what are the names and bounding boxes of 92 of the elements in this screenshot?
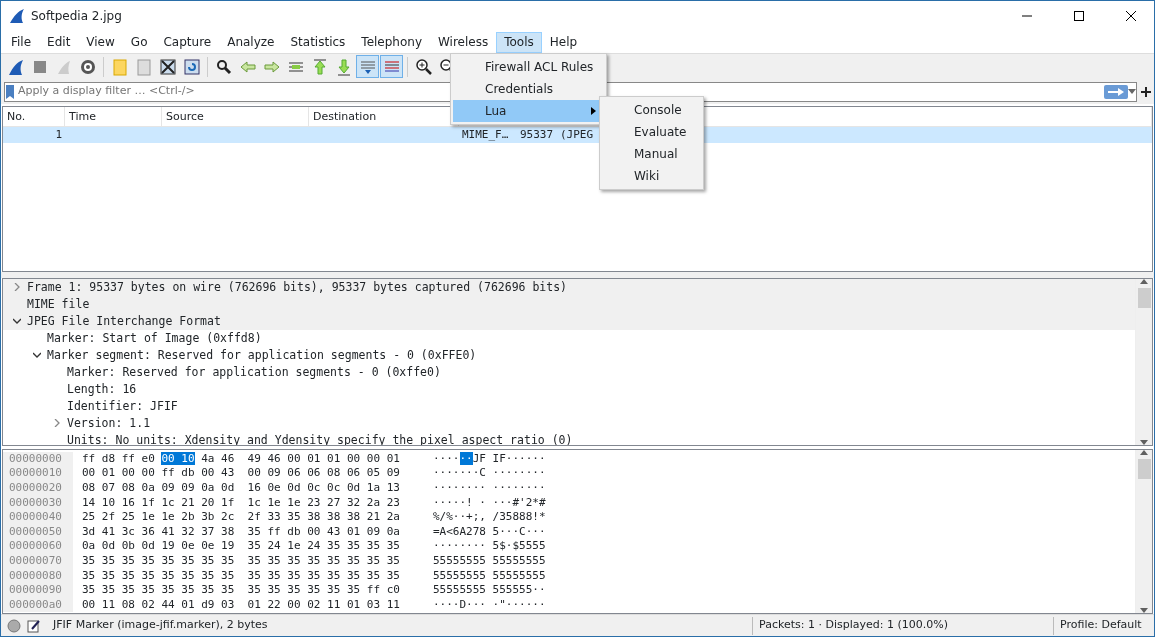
offset-label: 00000090 bbox=[9, 583, 62, 597]
tree-item[interactable]: Marker: Start of Image (0xffd8) bbox=[47, 329, 262, 347]
menu-item[interactable]: Edit bbox=[39, 31, 79, 53]
expand-chevron-icon[interactable] bbox=[13, 283, 21, 292]
window-title: Softpedia 2.jpg bbox=[31, 8, 122, 26]
column-header[interactable]: No. bbox=[3, 106, 65, 126]
menu-item[interactable]: Manual bbox=[602, 143, 701, 165]
offset-label: 00000040 bbox=[9, 510, 62, 524]
menu-item[interactable]: Credentials bbox=[453, 78, 604, 100]
offset-label: 00000030 bbox=[9, 495, 62, 509]
tree-item[interactable]: Marker segment: Reserved for application segments - 0 (0xFFE0) bbox=[47, 346, 477, 364]
status-circle-icon[interactable] bbox=[7, 618, 21, 633]
ascii-text: 55555555 555555·· bbox=[433, 583, 546, 597]
hex-bytes: 35 35 35 35 35 35 35 35 35 35 35 35 35 35 35 35 bbox=[82, 568, 400, 582]
offset-label: 00000050 bbox=[9, 524, 62, 538]
table-cell: 95337 bbox=[520, 127, 554, 141]
hex-bytes: 0a 0d 0b 0d 19 0e 0e 19 35 24 1e 24 35 35 35 35 bbox=[82, 539, 400, 553]
reload-icon[interactable] bbox=[182, 57, 201, 76]
hex-bytes: ff d8 ff e0 00 10 4a 46 49 46 00 01 01 00 00 01 bbox=[82, 451, 400, 465]
close-file-icon[interactable] bbox=[158, 57, 177, 76]
tree-item[interactable]: Length: 16 bbox=[67, 380, 137, 398]
hex-bytes: 35 35 35 35 35 35 35 35 35 35 35 35 35 35 35 35 bbox=[82, 554, 400, 567]
ascii-text: ········ ········ bbox=[433, 481, 546, 495]
offset-label: 00000010 bbox=[9, 466, 62, 480]
add-icon[interactable] bbox=[1141, 86, 1151, 97]
ascii-text: ·····! · ···#'2*# bbox=[433, 495, 546, 509]
scroll-thumb[interactable] bbox=[1137, 287, 1151, 308]
search-icon[interactable] bbox=[214, 57, 233, 76]
tree-item[interactable]: Marker: Reserved for application segments - 0 (0xffe0) bbox=[67, 363, 441, 381]
menu-item[interactable]: Capture bbox=[155, 31, 220, 53]
scroll-thumb[interactable] bbox=[1137, 458, 1151, 479]
fin-icon bbox=[9, 8, 25, 25]
hex-bytes: 08 07 08 0a 09 09 0a 0d 16 0e 0d 0c 0c 0d 1a 13 bbox=[82, 481, 400, 495]
column-header[interactable]: Source bbox=[162, 106, 309, 126]
hex-bytes: 3d 41 3c 36 41 32 37 38 35 ff db 00 43 01 09 0a bbox=[82, 524, 400, 538]
collapse-chevron-icon[interactable] bbox=[33, 351, 41, 360]
tree-item[interactable]: Identifier: JFIF bbox=[67, 397, 178, 415]
profile-label[interactable]: Profile: Default bbox=[1054, 617, 1154, 634]
gear-icon[interactable] bbox=[78, 57, 97, 76]
ascii-text: ······JF IF······ bbox=[433, 451, 546, 465]
menu-item[interactable]: Console bbox=[602, 99, 701, 121]
ascii-text: %/%··+;, /35888!* bbox=[433, 510, 546, 524]
table-cell: 1 bbox=[55, 127, 62, 141]
menu-item[interactable]: Firewall ACL Rules bbox=[453, 56, 604, 78]
ascii-text: =A<6A278 5···C··· bbox=[433, 524, 546, 538]
offset-label: 000000a0 bbox=[9, 597, 62, 611]
collapse-chevron-icon[interactable] bbox=[13, 317, 21, 326]
column-header[interactable]: Time bbox=[65, 106, 162, 126]
menu-item[interactable]: Telephony bbox=[353, 31, 430, 53]
menu-item[interactable]: Wiki bbox=[602, 165, 701, 187]
edit-icon[interactable] bbox=[27, 618, 41, 633]
offset-label: 00000070 bbox=[9, 554, 62, 567]
dropdown-caret-icon[interactable] bbox=[1128, 89, 1136, 95]
submenu-arrow-icon bbox=[591, 107, 596, 115]
tree-item[interactable]: MIME file bbox=[27, 295, 90, 313]
scroll-down-icon bbox=[1140, 439, 1148, 445]
status-text: JFIF Marker (image-jfif.marker), 2 bytes bbox=[53, 617, 268, 634]
tree-item[interactable]: Version: 1.1 bbox=[67, 414, 151, 432]
menu-item[interactable]: File bbox=[3, 31, 40, 53]
offset-label: 00000020 bbox=[9, 481, 62, 495]
hex-bytes: 35 35 35 35 35 35 35 35 35 35 35 35 35 35 ff c0 bbox=[82, 583, 400, 597]
maximize-icon[interactable] bbox=[1074, 11, 1084, 22]
menu-item[interactable]: View bbox=[78, 31, 123, 53]
hex-bytes: 25 2f 25 1e 1e 2b 3b 2c 2f 33 35 38 38 38 21 2a bbox=[82, 510, 400, 524]
fin-icon[interactable] bbox=[6, 57, 25, 76]
table-cell: MIME_F… bbox=[462, 127, 509, 141]
hex-bytes: 00 01 00 00 ff db 00 43 00 09 06 06 08 06 05 09 bbox=[82, 466, 400, 480]
hex-bytes: 14 10 16 1f 1c 21 20 1f 1c 1e 1e 23 27 32 2a 23 bbox=[82, 495, 400, 509]
scrollbar[interactable] bbox=[1135, 278, 1152, 445]
close-icon[interactable] bbox=[1126, 11, 1136, 22]
tree-item[interactable]: JPEG File Interchange Format bbox=[27, 312, 221, 330]
ascii-text: 55555555 55555555 bbox=[433, 554, 546, 567]
hex-bytes: 00 11 08 02 44 01 d9 03 01 22 00 02 11 01 03 11 bbox=[82, 597, 400, 611]
menu-item[interactable]: Analyze bbox=[219, 31, 283, 53]
ascii-text: ·······C ········ bbox=[433, 466, 546, 480]
menu-item[interactable]: Statistics bbox=[282, 31, 354, 53]
offset-label: 00000080 bbox=[9, 568, 62, 582]
menu-item[interactable]: Wireless bbox=[430, 31, 497, 53]
scrollbar[interactable] bbox=[1135, 449, 1152, 614]
offset-label: 00000060 bbox=[9, 539, 62, 553]
table-cell: (JPEG bbox=[560, 127, 594, 141]
menu-item[interactable]: Tools bbox=[496, 31, 542, 53]
ascii-text: ········ 5$·$5555 bbox=[433, 539, 546, 553]
scroll-up-icon bbox=[1140, 449, 1148, 455]
menu-item[interactable]: Help bbox=[541, 31, 586, 53]
zoom-in-icon[interactable] bbox=[414, 57, 433, 76]
offset-label: 00000000 bbox=[9, 451, 62, 465]
ascii-text: ····D··· ·"······ bbox=[433, 597, 546, 611]
menu-item[interactable]: Go bbox=[122, 31, 156, 53]
packets-count: Packets: 1 · Displayed: 1 (100.0%) bbox=[758, 617, 949, 634]
expand-chevron-icon[interactable] bbox=[53, 419, 61, 428]
ascii-text: 55555555 55555555 bbox=[433, 568, 546, 582]
